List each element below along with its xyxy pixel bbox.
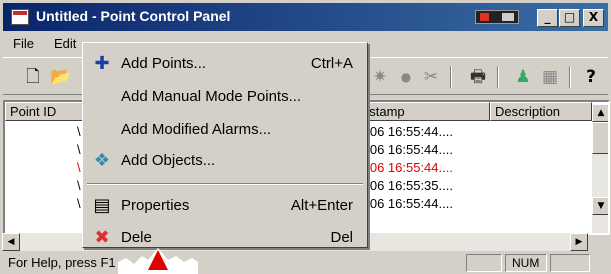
column-header-description[interactable]: Description xyxy=(490,102,592,121)
close-button[interactable]: X xyxy=(583,9,604,27)
new-document-icon[interactable]: 🗋 xyxy=(21,66,45,88)
menu-item-add-manual-mode-points[interactable]: Add Manual Mode Points... xyxy=(85,82,365,112)
torn-edge-overlay xyxy=(118,248,198,274)
num-lock-indicator: NUM xyxy=(505,254,547,272)
menu-item-add-modified-alarms[interactable]: Add Modified Alarms... xyxy=(85,115,365,145)
menu-item-properties[interactable]: ▤ Properties Alt+Enter xyxy=(85,191,365,221)
status-bar: For Help, press F1 NUM xyxy=(0,252,611,274)
minimize-button[interactable]: _ xyxy=(537,9,558,27)
filter-icon[interactable]: ▦ xyxy=(538,66,562,88)
title-bar[interactable]: Untitled - Point Control Panel _ □ X xyxy=(3,3,608,31)
menu-item-shortcut: Ctrl+A xyxy=(310,55,353,72)
scroll-up-icon[interactable]: ▲ xyxy=(592,104,608,122)
menu-item-add-points[interactable]: ✚ Add Points... Ctrl+A xyxy=(85,49,365,79)
point-id-cell: \ xyxy=(77,196,81,211)
maximize-button[interactable]: □ xyxy=(559,9,580,27)
point-id-cell: \ xyxy=(77,124,81,139)
timestamp-cell: 6/06 16:55:44.... xyxy=(359,196,453,211)
status-text: For Help, press F1 xyxy=(8,255,116,270)
alarm-icon[interactable]: ✷ xyxy=(368,66,392,88)
menu-item-label: Add Modified Alarms... xyxy=(121,121,272,138)
status-panel xyxy=(550,254,590,272)
timestamp-cell: 6/06 16:55:35.... xyxy=(359,178,453,193)
menu-item-shortcut: Alt+Enter xyxy=(290,197,353,214)
menu-separator xyxy=(87,183,363,185)
column-header-timestamp[interactable]: estamp xyxy=(357,102,490,121)
objects-icon: ❖ xyxy=(93,150,111,171)
menu-item-label: Add Manual Mode Points... xyxy=(121,88,302,105)
toolbar-separator xyxy=(450,66,452,88)
point-control-panel-window: Untitled - Point Control Panel _ □ X Fil… xyxy=(0,0,611,274)
point-icon[interactable]: ● xyxy=(394,66,418,88)
toolbar-separator xyxy=(497,66,499,88)
plus-icon: ✚ xyxy=(94,53,110,74)
timestamp-cell: 6/06 16:55:44.... xyxy=(359,142,453,157)
scroll-down-icon[interactable]: ▼ xyxy=(592,197,608,215)
open-folder-icon[interactable]: 📂 xyxy=(49,66,73,88)
help-icon[interactable]: ? xyxy=(579,66,603,88)
timestamp-cell: 6/06 16:55:44.... xyxy=(359,160,453,175)
print-icon[interactable]: 🖶 xyxy=(466,66,490,88)
menu-edit[interactable]: Edit xyxy=(54,36,76,51)
scroll-thumb[interactable] xyxy=(592,122,608,154)
scroll-right-icon[interactable]: ▶ xyxy=(570,233,588,251)
menu-item-label: Add Points... xyxy=(121,55,207,72)
delete-icon: ✖ xyxy=(94,227,110,248)
app-icon xyxy=(11,9,29,25)
timestamp-cell: 6/06 16:55:44.... xyxy=(359,124,453,139)
vertical-scrollbar[interactable]: ▲ ▼ xyxy=(592,104,608,233)
tray-indicator-icon xyxy=(475,10,519,24)
edit-context-menu: ✚ Add Points... Ctrl+A Add Manual Mode P… xyxy=(82,42,368,248)
menu-item-label: Add Objects... xyxy=(121,152,216,169)
status-panel xyxy=(466,254,502,272)
toolbar-separator xyxy=(569,66,571,88)
point-id-cell: \ xyxy=(77,160,81,175)
cut-icon[interactable]: ✂ xyxy=(419,66,443,88)
window-title: Untitled - Point Control Panel xyxy=(36,8,231,24)
people-icon[interactable]: ♟ xyxy=(511,66,535,88)
point-id-cell: \ xyxy=(77,178,81,193)
menu-file[interactable]: File xyxy=(13,36,34,51)
properties-icon: ▤ xyxy=(93,195,111,216)
point-id-cell: \ xyxy=(77,142,81,157)
scroll-left-icon[interactable]: ◀ xyxy=(2,233,20,251)
menu-item-label: Properties xyxy=(121,197,190,214)
menu-item-add-objects[interactable]: ❖ Add Objects... xyxy=(85,146,365,176)
menu-item-shortcut: Del xyxy=(330,229,353,246)
